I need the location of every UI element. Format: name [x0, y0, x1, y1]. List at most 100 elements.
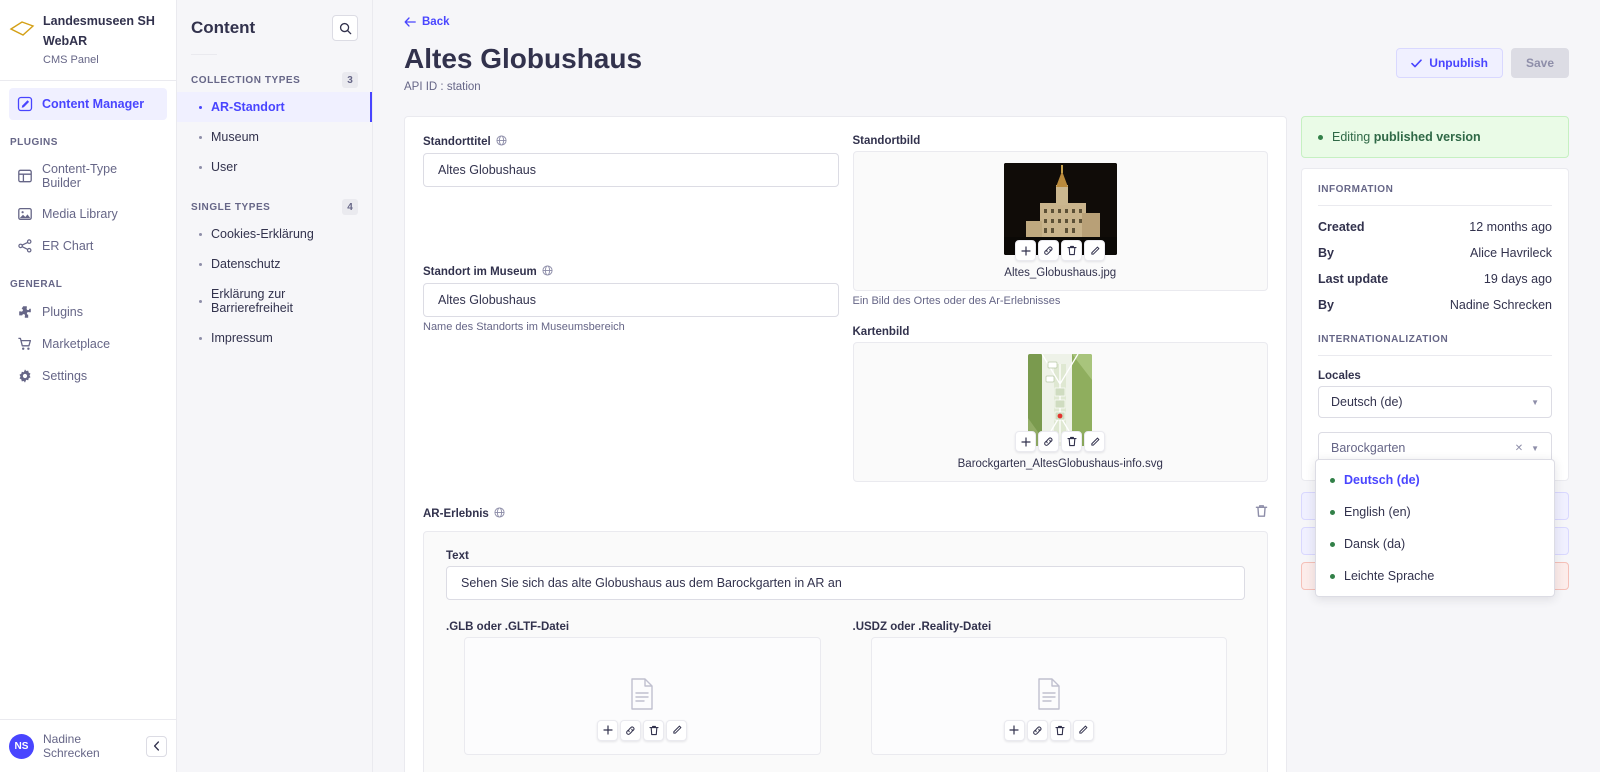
info-value: Nadine Schrecken — [1449, 298, 1552, 313]
page-title: Content — [191, 18, 256, 37]
plus-icon[interactable] — [597, 719, 619, 741]
standortbild-media-box[interactable]: Altes_Globushaus.jpg — [852, 151, 1268, 292]
pencil-icon[interactable] — [1072, 719, 1094, 741]
locale-select[interactable]: Deutsch (de) ▼ — [1318, 386, 1552, 419]
internationalization-label: INTERNATIONALIZATION — [1318, 334, 1449, 346]
header-actions: Unpublish Save — [1396, 43, 1569, 78]
list-item-label: Museum — [211, 130, 259, 144]
locale-option-deutsch[interactable]: Deutsch (de) — [1316, 464, 1554, 496]
divider — [1318, 355, 1552, 357]
bullet-icon — [199, 165, 202, 169]
info-key: Created — [1318, 220, 1365, 235]
entry-body: Standorttitel Standort im Museum — [373, 93, 1600, 772]
list-item-ar-standort[interactable]: AR-Standort — [177, 92, 372, 122]
usdz-file-column: .USDZ oder .Reality-Datei — [852, 621, 1246, 756]
locale-option-english[interactable]: English (en) — [1316, 496, 1554, 528]
sidebar-item-content-type-builder[interactable]: Content-Type Builder — [9, 154, 167, 198]
plus-icon[interactable] — [1015, 431, 1037, 453]
locale-option-dansk[interactable]: Dansk (da) — [1316, 528, 1554, 560]
info-row-updated-by: By Nadine Schrecken — [1318, 298, 1552, 312]
list-item-impressum[interactable]: Impressum — [177, 323, 372, 353]
sidebar-item-content-manager[interactable]: Content Manager — [9, 87, 167, 120]
save-button[interactable]: Save — [1510, 48, 1569, 78]
glb-file-column: .GLB oder .GLTF-Datei — [446, 621, 839, 756]
standort-museum-input[interactable] — [423, 283, 839, 318]
brand-subtitle: CMS Panel — [43, 53, 99, 66]
sidebar-item-label: Plugins — [42, 304, 83, 319]
link-icon[interactable] — [620, 719, 642, 741]
left-navigation: Landesmuseen SH WebAR CMS Panel Content … — [0, 0, 177, 772]
link-icon[interactable] — [1038, 240, 1060, 262]
list-item-datenschutz[interactable]: Datenschutz — [177, 249, 372, 279]
usdz-file-inner — [1003, 677, 1094, 741]
kartenbild-media-box[interactable]: Barockgarten_AltesGlobushaus-info.svg — [852, 342, 1268, 483]
pencil-icon[interactable] — [1084, 240, 1106, 262]
brand-header[interactable]: Landesmuseen SH WebAR CMS Panel — [0, 0, 176, 81]
list-item-label: Erklärung zur Barrierefreiheit — [211, 287, 293, 315]
kartenbild-thumb-wrap — [1015, 354, 1106, 453]
glb-file-box[interactable] — [464, 637, 821, 756]
standortbild-filename: Altes_Globushaus.jpg — [1004, 267, 1117, 280]
sidebar-item-plugins[interactable]: Plugins — [9, 296, 167, 328]
usdz-file-label: .USDZ oder .Reality-Datei — [852, 621, 992, 634]
divider — [1318, 205, 1552, 207]
trash-icon[interactable] — [643, 719, 665, 741]
status-dot-icon — [1330, 477, 1335, 483]
collection-types-label: COLLECTION TYPES — [191, 74, 301, 86]
usdz-file-box[interactable] — [870, 637, 1227, 756]
info-row-last-update: Last update 19 days ago — [1318, 272, 1552, 286]
chevron-down-icon: ▼ — [1531, 443, 1539, 453]
glb-file-label: .GLB oder .GLTF-Datei — [446, 621, 570, 634]
collection-types-header: COLLECTION TYPES 3 — [177, 55, 372, 92]
pencil-icon[interactable] — [666, 719, 688, 741]
ar-text-input[interactable] — [446, 566, 1245, 601]
sidebar-item-er-chart[interactable]: ER Chart — [9, 230, 167, 262]
info-value: 12 months ago — [1469, 220, 1552, 235]
info-key: By — [1318, 298, 1334, 313]
sidebar-item-label: Media Library — [42, 206, 118, 221]
nav-section-general-label: GENERAL — [10, 278, 63, 290]
list-item-barrierefreiheit[interactable]: Erklärung zur Barrierefreiheit — [177, 279, 372, 323]
locale-option-label: Deutsch (de) — [1344, 473, 1420, 488]
ar-erlebnis-delete-button[interactable] — [1255, 504, 1268, 523]
status-prefix: Editing — [1332, 130, 1371, 145]
bullet-icon — [199, 135, 202, 139]
brand-name: Landesmuseen SH WebAR — [43, 14, 155, 49]
single-types-header: SINGLE TYPES 4 — [177, 182, 372, 219]
plus-icon[interactable] — [1003, 719, 1025, 741]
locale-option-leichte-sprache[interactable]: Leichte Sprache — [1316, 560, 1554, 592]
bullet-icon — [199, 105, 202, 109]
standortbild-actions — [1015, 240, 1106, 262]
list-item-cookies-erklaerung[interactable]: Cookies-Erklärung — [177, 219, 372, 249]
trash-icon[interactable] — [1061, 240, 1083, 262]
form-grid: Standorttitel Standort im Museum — [423, 135, 1268, 483]
back-button[interactable]: Back — [404, 16, 450, 28]
bullet-icon — [199, 336, 202, 340]
plus-icon[interactable] — [1015, 240, 1037, 262]
trash-icon[interactable] — [1049, 719, 1071, 741]
pencil-icon[interactable] — [1084, 431, 1106, 453]
form-right-column: Standortbild Altes_Globushaus.jpg Ein Bi… — [852, 135, 1268, 483]
sidebar-item-settings[interactable]: Settings — [9, 360, 167, 392]
sidebar-item-media-library[interactable]: Media Library — [9, 198, 167, 230]
sidebar-item-marketplace[interactable]: Marketplace — [9, 328, 167, 360]
unpublish-button[interactable]: Unpublish — [1396, 48, 1503, 78]
single-types-label: SINGLE TYPES — [191, 201, 271, 213]
collection-types-count: 3 — [342, 72, 358, 88]
trash-icon[interactable] — [1061, 431, 1083, 453]
nav-section-plugins: Content-Type Builder Media Library ER Ch… — [0, 154, 176, 262]
status-dot-icon — [1330, 573, 1335, 579]
collapse-nav-button[interactable] — [146, 735, 167, 757]
save-label: Save — [1525, 56, 1554, 70]
standorttitel-input[interactable] — [423, 153, 839, 188]
link-icon[interactable] — [1026, 719, 1048, 741]
link-icon[interactable] — [1038, 431, 1060, 453]
user-footer[interactable]: NS Nadine Schrecken — [0, 719, 176, 772]
standortbild-thumb-wrap — [1003, 163, 1117, 262]
clear-icon[interactable]: ✕ — [1515, 443, 1523, 454]
list-item-museum[interactable]: Museum — [177, 122, 372, 152]
kartenbild-label: Kartenbild — [852, 326, 910, 339]
info-row-created: Created 12 months ago — [1318, 220, 1552, 234]
list-item-user[interactable]: User — [177, 152, 372, 182]
search-icon[interactable] — [332, 15, 358, 41]
